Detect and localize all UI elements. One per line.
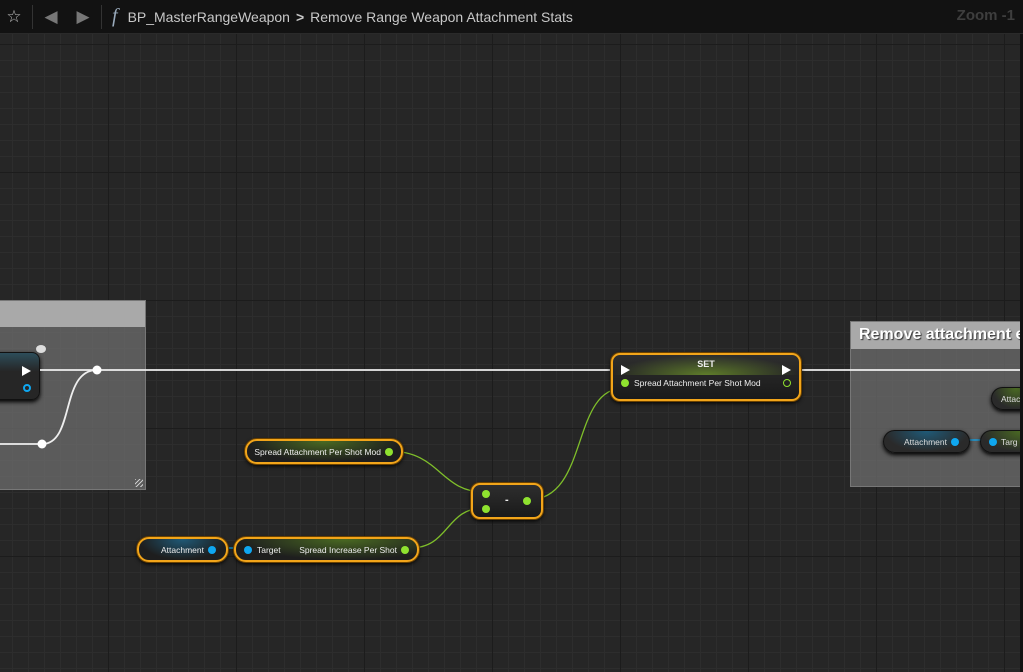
float-out-pin[interactable] xyxy=(385,447,393,456)
wires xyxy=(0,365,1023,549)
node-label: Attachment xyxy=(904,436,947,447)
float-wire xyxy=(527,387,625,501)
subtract-node[interactable]: - xyxy=(471,483,543,519)
set-pin-label: Spread Attachment Per Shot Mod xyxy=(634,378,761,388)
right-attachment-node[interactable]: Attachment xyxy=(883,430,970,453)
node-label: Spread Attachment Per Shot Mod xyxy=(254,446,381,457)
exec-in-pin[interactable] xyxy=(621,365,630,375)
float-out-pin[interactable] xyxy=(523,497,531,505)
subtract-label: - xyxy=(505,494,509,506)
target-label: Targ xyxy=(1001,436,1018,447)
node-label: Attachment xyxy=(161,544,204,555)
attachment-get-node[interactable]: Attachment xyxy=(137,537,228,562)
spread-increase-node[interactable]: Target Spread Increase Per Shot xyxy=(234,537,419,562)
target-in-pin[interactable] xyxy=(989,437,997,446)
object-out-pin[interactable] xyxy=(208,545,216,554)
target-in-pin[interactable] xyxy=(244,545,252,554)
set-node-title: SET xyxy=(697,359,715,369)
right-target-node[interactable]: Targ xyxy=(980,430,1023,453)
float-out-pin[interactable] xyxy=(783,379,791,387)
node-label: Attac xyxy=(1001,393,1021,404)
exec-out-pin[interactable] xyxy=(782,365,791,375)
reroute-wire xyxy=(0,369,98,445)
right-partial-node[interactable]: Attac xyxy=(991,387,1023,410)
float-in-pin[interactable] xyxy=(621,379,629,387)
float-in-pin-a[interactable] xyxy=(482,490,490,498)
target-label: Target xyxy=(257,544,281,555)
float-out-pin[interactable] xyxy=(401,545,409,554)
reroute-node xyxy=(37,439,47,449)
get-spread-mod-node[interactable]: Spread Attachment Per Shot Mod xyxy=(245,439,403,464)
set-node-header: SET xyxy=(613,355,799,375)
output-label: Spread Increase Per Shot xyxy=(299,544,397,555)
set-variable-node[interactable]: SET Spread Attachment Per Shot Mod xyxy=(611,353,801,401)
float-wire xyxy=(388,450,485,493)
reroute-node xyxy=(92,365,102,375)
object-out-pin[interactable] xyxy=(951,437,959,446)
float-in-pin-b[interactable] xyxy=(482,505,490,513)
